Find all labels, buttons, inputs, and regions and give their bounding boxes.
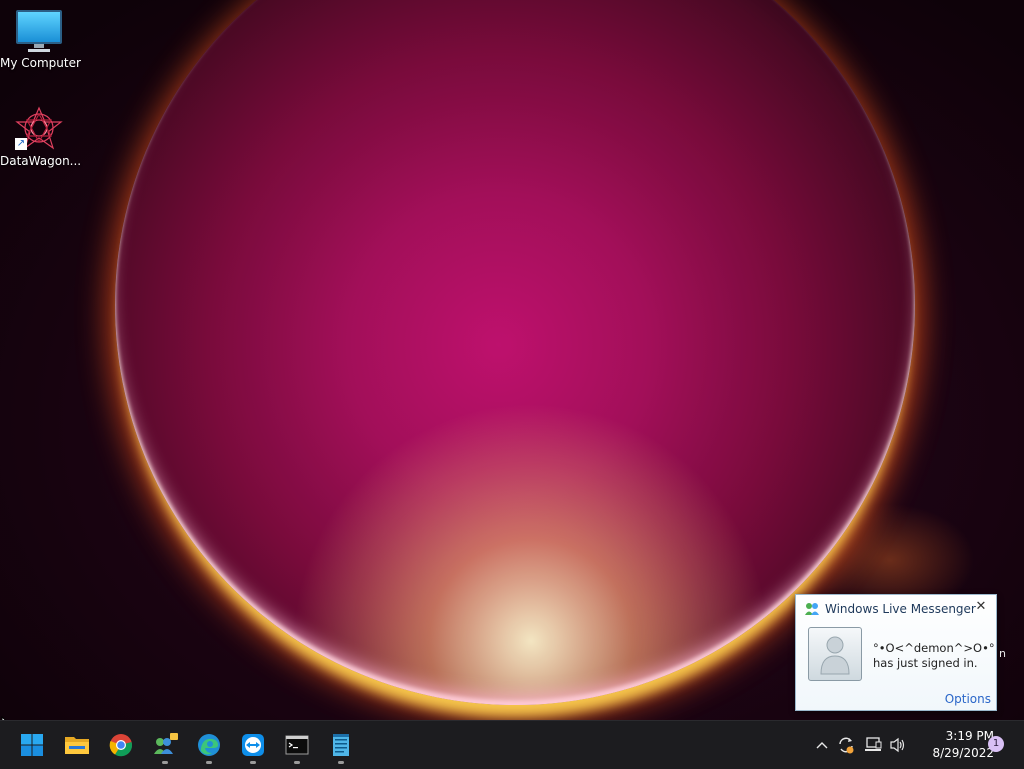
chrome-icon bbox=[109, 734, 133, 757]
shortcut-arrow-icon: ↗ bbox=[15, 138, 27, 150]
notepad-icon bbox=[333, 734, 349, 756]
messenger-signin-toast[interactable]: Windows Live Messenger ✕ °•O<^demon^>O•°… bbox=[795, 594, 997, 711]
user-silhouette-icon bbox=[820, 636, 850, 675]
running-indicator bbox=[294, 761, 300, 764]
toast-contact-name: °•O<^demon^>O•° bbox=[873, 641, 995, 655]
taskbar-edge[interactable] bbox=[191, 727, 227, 764]
speaker-volume-icon bbox=[890, 737, 905, 753]
tray-volume-button[interactable] bbox=[887, 721, 909, 769]
offscreen-text-fragment: n bbox=[999, 647, 1006, 660]
running-indicator bbox=[338, 761, 344, 764]
toast-message: °•O<^demon^>O•° has just signed in. bbox=[873, 641, 995, 671]
clock-date: 8/29/2022 bbox=[932, 746, 994, 760]
taskbar: 3:19 PM 8/29/2022 bbox=[0, 720, 1024, 769]
messenger-icon bbox=[154, 733, 178, 754]
monitor-stand bbox=[28, 49, 50, 52]
desktop-icon-label: DataWagon... bbox=[0, 154, 82, 168]
start-button[interactable] bbox=[14, 727, 50, 763]
tray-sync-icon-button[interactable] bbox=[835, 721, 857, 769]
taskbar-file-explorer[interactable] bbox=[59, 727, 95, 763]
toast-options-link[interactable]: Options bbox=[945, 692, 991, 706]
tray-network-button[interactable] bbox=[862, 721, 884, 769]
running-indicator bbox=[162, 761, 168, 764]
messenger-icon bbox=[804, 602, 820, 616]
taskbar-notepad[interactable] bbox=[323, 727, 359, 764]
terminal-icon bbox=[285, 735, 309, 755]
desktop-icon-my-computer[interactable]: My Computer bbox=[0, 10, 81, 70]
taskbar-clock[interactable]: 3:19 PM 8/29/2022 bbox=[912, 728, 994, 762]
desktop-icon-label: My Computer bbox=[0, 56, 81, 70]
teamviewer-icon bbox=[242, 734, 264, 756]
avatar bbox=[808, 627, 862, 681]
datawagon-icon: ↗ bbox=[15, 106, 63, 150]
toast-status-text: has just signed in. bbox=[873, 656, 978, 670]
windows-start-icon bbox=[21, 734, 43, 756]
running-indicator bbox=[250, 761, 256, 764]
toast-app-name: Windows Live Messenger bbox=[825, 602, 976, 616]
show-hidden-icons-button[interactable] bbox=[812, 721, 832, 769]
taskbar-chrome[interactable] bbox=[103, 727, 139, 763]
computer-monitor-icon bbox=[16, 10, 62, 48]
notification-count-badge[interactable]: 1 bbox=[988, 736, 1004, 752]
chevron-up-icon bbox=[816, 742, 828, 749]
running-indicator bbox=[206, 761, 212, 764]
taskbar-teamviewer[interactable] bbox=[235, 727, 271, 764]
network-icon bbox=[865, 737, 882, 751]
desktop-icon-datawagon[interactable]: ↗ DataWagon... bbox=[0, 106, 82, 168]
sync-warning-icon bbox=[839, 737, 854, 754]
taskbar-messenger[interactable] bbox=[147, 727, 183, 764]
taskbar-command-prompt[interactable] bbox=[279, 727, 315, 764]
folder-icon bbox=[65, 737, 89, 754]
edge-icon bbox=[198, 734, 220, 756]
clock-time: 3:19 PM bbox=[945, 729, 994, 743]
toast-close-button[interactable]: ✕ bbox=[974, 600, 988, 614]
toast-header: Windows Live Messenger bbox=[804, 601, 976, 617]
